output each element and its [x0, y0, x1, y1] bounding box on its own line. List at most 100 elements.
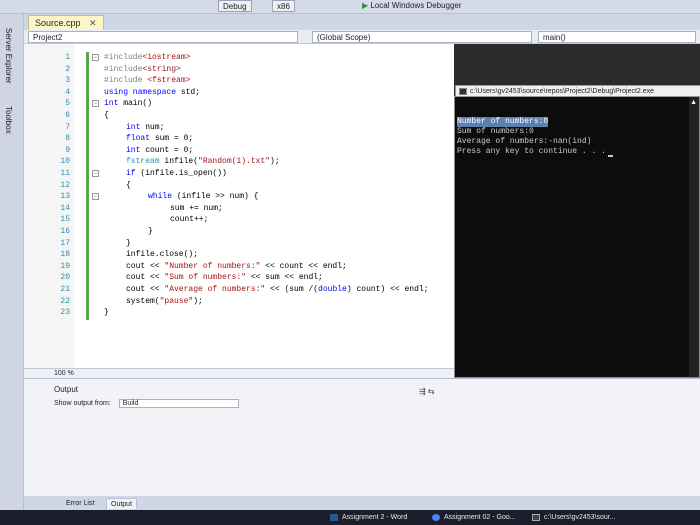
code-text: }	[148, 226, 153, 237]
collapse-icon[interactable]: −	[92, 170, 99, 177]
code-line[interactable]: 20 cout << "Sum of numbers:" << sum << en…	[24, 272, 454, 283]
code-text: }	[104, 307, 109, 318]
code-token: "Sum of numbers:"	[164, 273, 247, 283]
taskbar-word[interactable]: Assignment 2 - Word	[330, 512, 407, 523]
line-number: 20	[60, 273, 70, 283]
play-icon: ▶	[362, 1, 369, 10]
code-line[interactable]: 15 count++;	[24, 214, 454, 225]
console-scrollbar[interactable]: ▲	[689, 97, 699, 377]
configuration-dropdown[interactable]: Debug	[218, 0, 252, 12]
code-line[interactable]: 6{	[24, 110, 454, 121]
code-token: ) count) << endl;	[346, 285, 429, 294]
code-token: system(	[126, 296, 160, 306]
code-text: float sum = 0;	[126, 133, 193, 144]
code-token: infile(	[164, 157, 199, 167]
code-token: int	[104, 99, 124, 109]
console-title-bar[interactable]: c:\Users\gv2453\source\repos\Project2\De…	[455, 85, 700, 97]
tab-source-cpp[interactable]: Source.cpp ✕	[28, 15, 104, 30]
code-line[interactable]: 12 {	[24, 180, 454, 191]
code-line[interactable]: 2 #include<string>	[24, 64, 454, 75]
taskbar-label: Assignment 02 - Goo...	[444, 514, 516, 521]
collapse-icon[interactable]: −	[92, 193, 99, 201]
code-line[interactable]: 3 #include <fstream>	[24, 75, 454, 86]
code-line[interactable]: 18 infile.close();	[24, 249, 454, 260]
code-line[interactable]: 11 − if (infile.is_open())	[24, 168, 454, 179]
code-line[interactable]: 9 int count = 0;	[24, 145, 454, 156]
console-line: Average of numbers:-nan(ind)	[457, 137, 592, 146]
collapse-icon[interactable]: −	[92, 54, 99, 61]
code-token: }	[148, 227, 153, 236]
platform-dropdown[interactable]: x86	[272, 0, 295, 12]
scroll-up-icon[interactable]: ▲	[690, 99, 697, 106]
line-number: 8	[65, 134, 70, 144]
code-token: {	[126, 180, 131, 190]
start-debugger-button[interactable]: ▶ Local Windows Debugger	[362, 0, 462, 12]
text-cursor	[607, 155, 613, 157]
code-line[interactable]: 22 system("pause");	[24, 296, 454, 307]
function-dropdown[interactable]: main()	[538, 31, 696, 43]
toolbox-tab[interactable]: Toolbox	[4, 106, 13, 134]
code-line[interactable]: 4 using namespace std;	[24, 87, 454, 98]
code-token: #include	[104, 53, 143, 62]
word-wrap-icon[interactable]: ⇶ ⇆	[419, 387, 435, 396]
line-number: 23	[60, 308, 70, 318]
line-number: 1	[65, 53, 70, 62]
code-token: (infile.is_open())	[140, 169, 227, 178]
code-token: main()	[123, 99, 153, 109]
code-text: sum += num;	[170, 203, 223, 214]
code-token: double	[318, 285, 347, 294]
code-token: num;	[145, 122, 165, 132]
code-token: <string>	[142, 64, 181, 74]
console-window[interactable]: c:\Users\gv2453\source\repos\Project2\De…	[454, 85, 700, 378]
line-number: 6	[65, 111, 70, 120]
code-line[interactable]: 8 float sum = 0;	[24, 133, 454, 144]
zoom-level[interactable]: 100 %	[24, 368, 454, 378]
taskbar-chrome[interactable]: Assignment 02 - Goo...	[432, 512, 516, 523]
console-line: Press any key to continue . . .	[457, 147, 613, 157]
code-line[interactable]: 23}	[24, 307, 454, 318]
code-line[interactable]: 17}	[24, 238, 454, 249]
code-line[interactable]: 10 fstream infile("Random(1).txt");	[24, 156, 454, 167]
code-text: int num;	[126, 122, 164, 133]
code-line[interactable]: 14 sum += num;	[24, 203, 454, 214]
code-line[interactable]: 19 cout << "Number of numbers:" << count …	[24, 261, 454, 272]
code-line[interactable]: 16}	[24, 226, 454, 237]
tab-error-list[interactable]: Error List	[62, 498, 98, 509]
line-number: 17	[60, 238, 70, 248]
close-icon[interactable]: ✕	[89, 18, 97, 28]
code-token: );	[270, 157, 280, 167]
code-token: << count << endl;	[260, 261, 347, 271]
code-line[interactable]: 1 − #include<iostream>	[24, 52, 454, 63]
collapse-icon[interactable]: −	[92, 100, 99, 108]
code-text: infile.close();	[126, 249, 198, 260]
project-dropdown[interactable]: Project2	[28, 31, 298, 43]
code-line[interactable]: 21 cout << "Average of numbers:" << (sum …	[24, 284, 454, 295]
tab-output[interactable]: Output	[106, 498, 138, 509]
line-number: 21	[60, 285, 70, 294]
line-number: 4	[65, 87, 70, 97]
code-line[interactable]: 13 − while (infile >> num) {	[24, 191, 454, 202]
output-pane: Output Show output from: Build ⇶ ⇆	[24, 378, 700, 496]
windows-taskbar: Assignment 2 - Word Assignment 02 - Goo.…	[0, 510, 700, 525]
taskbar-console[interactable]: c:\Users\gv2453\sour...	[532, 512, 616, 523]
code-line[interactable]: 7 int num;	[24, 122, 454, 133]
output-source-dropdown[interactable]: Build	[118, 399, 239, 408]
show-output-label: Show output from:	[54, 400, 111, 407]
code-line[interactable]: 5 − int main()	[24, 98, 454, 109]
code-text: #include<string>	[104, 64, 181, 75]
scope-dropdown[interactable]: (Global Scope)	[312, 31, 532, 43]
code-token: if	[126, 169, 141, 178]
code-token: (infile >> num) {	[176, 192, 259, 202]
line-number: 18	[60, 250, 70, 260]
server-explorer-tab[interactable]: Server Explorer	[4, 28, 13, 84]
console-icon	[532, 514, 540, 521]
console-icon	[459, 88, 467, 95]
code-text: int main()	[104, 98, 152, 109]
code-token: {	[104, 111, 109, 120]
code-editor[interactable]: 1− #include<iostream> 2 #include<string> 3 #i…	[24, 44, 454, 368]
code-token: <fstream>	[147, 76, 191, 86]
console-line: Sum of numbers:0	[457, 127, 534, 136]
navigation-bar: Project2 (Global Scope) main()	[24, 30, 700, 44]
taskbar-label: Assignment 2 - Word	[342, 514, 408, 521]
code-token: "Random(1).txt"	[198, 157, 271, 167]
